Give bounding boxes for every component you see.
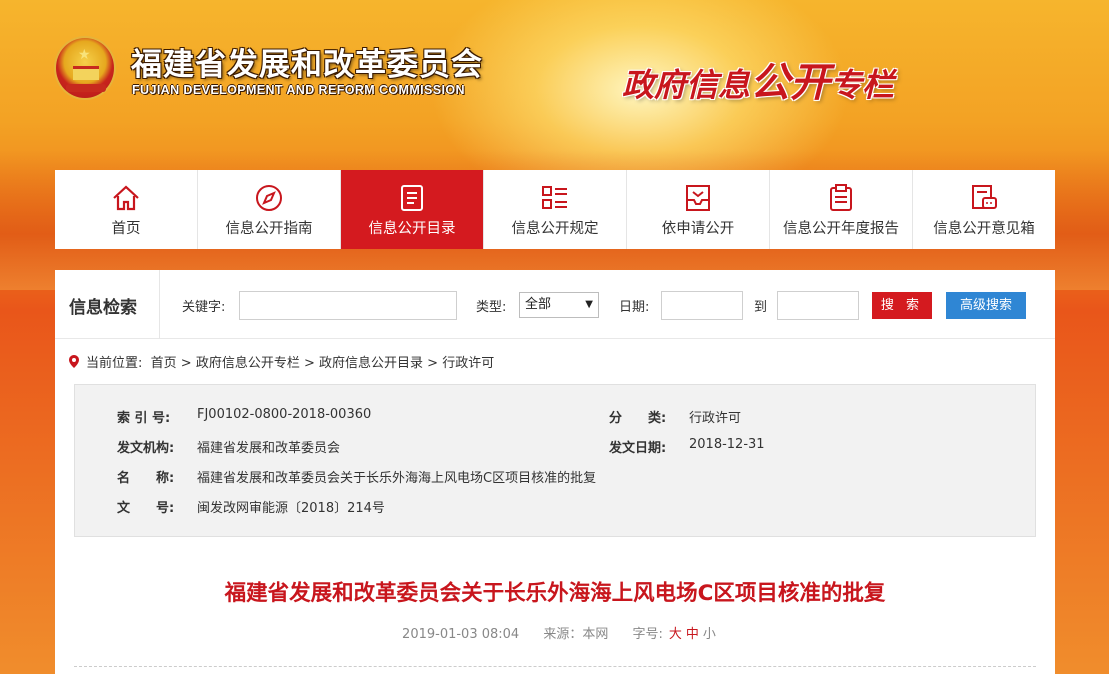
divider [159, 270, 160, 339]
search-bar: 信息检索 关键字: 类型: 全部 ▼ 日期: 到 搜 索 高级搜索 [55, 270, 1055, 339]
date-from-input[interactable] [661, 291, 743, 320]
breadcrumb-home[interactable]: 首页 [151, 356, 177, 371]
info-docno-label: 文 号: [117, 501, 175, 516]
article-datetime: 2019-01-03 08:04 [402, 627, 520, 642]
article-meta: 2019-01-03 08:04 来源：本网 字号: 大中小 [55, 623, 1055, 642]
nav-item-home[interactable]: 首页 [55, 170, 198, 249]
nav-item-apply[interactable]: 依申请公开 [627, 170, 770, 249]
date-to-label: 到 [754, 300, 768, 315]
main-nav: 首页 信息公开指南 信息公开目录 信息公开规定 依申请公开 信息公开年度报告 信… [55, 170, 1055, 249]
main-content: 信息检索 关键字: 类型: 全部 ▼ 日期: 到 搜 索 高级搜索 当前位置: … [55, 270, 1055, 674]
breadcrumb-current[interactable]: 行政许可 [442, 356, 494, 371]
breadcrumb: 当前位置: 首页 > 政府信息公开专栏 > 政府信息公开目录 > 行政许可 [69, 352, 494, 371]
search-button[interactable]: 搜 索 [872, 292, 932, 319]
nav-item-label: 首页 [111, 221, 141, 237]
nav-item-rules[interactable]: 信息公开规定 [484, 170, 627, 249]
breadcrumb-catalog[interactable]: 政府信息公开目录 [319, 356, 423, 371]
search-title: 信息检索 [69, 298, 137, 318]
date-label: 日期: [619, 300, 650, 315]
info-category-value: 行政许可 [689, 411, 742, 426]
clipboard-icon [830, 184, 852, 211]
document-info-box: 索 引 号: FJ00102-0800-2018-00360 分 类: 行政许可… [74, 384, 1036, 537]
nav-item-annual-report[interactable]: 信息公开年度报告 [770, 170, 913, 249]
date-to-input[interactable] [777, 291, 859, 320]
keyword-input[interactable] [239, 291, 457, 320]
info-name-label: 名 称: [117, 471, 175, 486]
font-size-medium-button[interactable]: 中 [686, 627, 699, 642]
advanced-search-button[interactable]: 高级搜索 [946, 292, 1026, 319]
info-category-label: 分 类: [609, 411, 667, 426]
article-title: 福建省发展和改革委员会关于长乐外海海上风电场C区项目核准的批复 [224, 581, 886, 606]
article-source: 来源：本网 [543, 627, 609, 642]
type-label: 类型: [476, 300, 507, 315]
info-date-value: 2018-12-31 [689, 437, 765, 452]
nav-item-label: 信息公开意见箱 [933, 221, 1035, 237]
org-name-en: FUJIAN DEVELOPMENT AND REFORM COMMISSION [132, 83, 465, 97]
site-header: ★ 福建省发展和改革委员会 FUJIAN DEVELOPMENT AND REF… [0, 0, 1109, 170]
nav-item-label: 信息公开目录 [368, 221, 456, 237]
nav-item-label: 信息公开年度报告 [783, 221, 899, 237]
nav-item-label: 信息公开指南 [225, 221, 313, 237]
type-select-value: 全部 [525, 297, 552, 312]
rules-list-icon [542, 186, 567, 209]
org-name-cn: 福建省发展和改革委员会 [131, 47, 483, 83]
info-name-value: 福建省发展和改革委员会关于长乐外海海上风电场C区项目核准的批复 [197, 471, 597, 486]
breadcrumb-separator: > [299, 356, 320, 371]
divider [74, 666, 1036, 667]
nav-item-guide[interactable]: 信息公开指南 [198, 170, 341, 249]
inbox-icon [686, 185, 710, 211]
feedback-icon [972, 185, 997, 209]
breadcrumb-info-column[interactable]: 政府信息公开专栏 [196, 356, 300, 371]
info-docno-value: 闽发改网审能源〔2018〕214号 [197, 501, 385, 516]
nav-item-label: 依申请公开 [661, 221, 735, 237]
info-date-label: 发文日期: [609, 441, 667, 456]
nav-item-label: 信息公开规定 [511, 221, 599, 237]
font-size-small-button[interactable]: 小 [703, 627, 716, 642]
nav-item-catalog[interactable]: 信息公开目录 [341, 170, 484, 249]
home-icon [113, 185, 139, 211]
font-size-label: 字号: [632, 627, 663, 642]
font-size-large-button[interactable]: 大 [669, 627, 682, 642]
chevron-down-icon: ▼ [585, 299, 593, 310]
info-index-label: 索 引 号: [117, 411, 171, 426]
nav-item-feedback[interactable]: 信息公开意见箱 [913, 170, 1055, 249]
breadcrumb-separator: > [423, 356, 443, 371]
national-emblem-icon: ★ [54, 36, 116, 100]
keyword-label: 关键字: [182, 300, 226, 315]
breadcrumb-separator: > [176, 356, 196, 371]
document-list-icon [401, 185, 423, 211]
info-publisher-label: 发文机构: [117, 441, 175, 456]
type-select[interactable]: 全部 ▼ [519, 292, 599, 318]
info-index-value: FJ00102-0800-2018-00360 [197, 407, 372, 422]
info-publisher-value: 福建省发展和改革委员会 [197, 441, 341, 456]
compass-icon [256, 185, 282, 211]
breadcrumb-label: 当前位置: [86, 356, 143, 371]
location-pin-icon [69, 355, 79, 368]
column-title: 政府信息公开专栏 [622, 60, 895, 106]
